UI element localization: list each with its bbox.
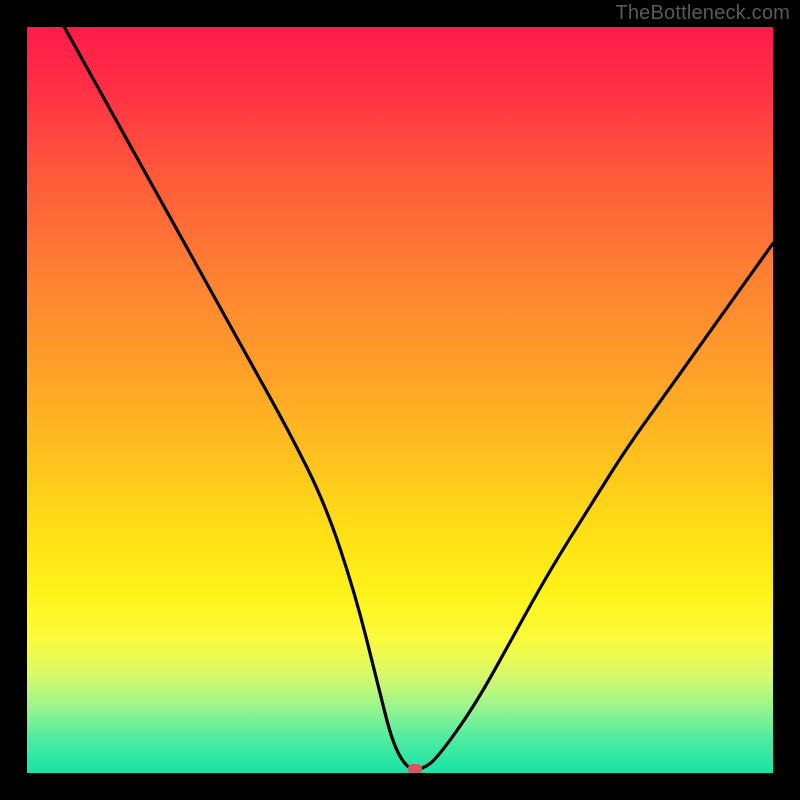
curve-svg <box>27 27 773 773</box>
chart-frame: TheBottleneck.com <box>0 0 800 800</box>
plot-area <box>27 27 773 773</box>
watermark-text: TheBottleneck.com <box>615 2 790 25</box>
bottleneck-curve <box>64 27 773 769</box>
minimum-marker <box>408 764 422 773</box>
